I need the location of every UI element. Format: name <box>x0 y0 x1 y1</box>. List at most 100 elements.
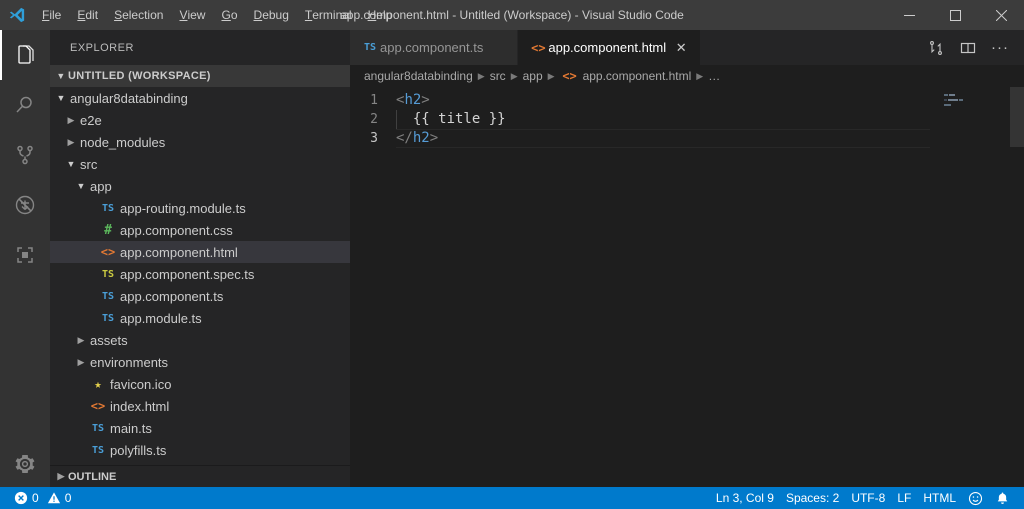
code-text[interactable]: <h2> <box>396 91 930 110</box>
activity-bar[interactable] <box>0 30 50 487</box>
split-editor-icon[interactable] <box>954 34 982 62</box>
status-cursor-position[interactable]: Ln 3, Col 9 <box>710 487 780 509</box>
outline-section-header[interactable]: ▶ OUTLINE <box>50 465 350 487</box>
breadcrumb-separator: ▶ <box>696 70 704 81</box>
tree-item-environments[interactable]: ▶ environments <box>50 351 350 373</box>
source-control-icon[interactable] <box>0 130 50 180</box>
menu-view[interactable]: View <box>171 0 213 30</box>
menu-file[interactable]: File <box>34 0 69 30</box>
tree-item-label: assets <box>90 332 128 348</box>
tree-item-node-modules[interactable]: ▶ node_modules <box>50 131 350 153</box>
tree-item-main-ts[interactable]: TS main.ts <box>50 417 350 439</box>
tree-item-app-component-html[interactable]: <> app.component.html <box>50 241 350 263</box>
breadcrumb-separator: ▶ <box>510 70 518 81</box>
settings-gear-icon[interactable] <box>0 441 50 487</box>
more-actions-icon[interactable]: ··· <box>986 34 1014 62</box>
scrollbar-thumb[interactable] <box>1010 87 1024 147</box>
breadcrumb-item[interactable]: app <box>523 69 543 83</box>
chevron-down-icon[interactable]: ▼ <box>64 159 78 169</box>
star-file-icon: ★ <box>94 377 102 391</box>
status-language-mode[interactable]: HTML <box>917 487 962 509</box>
chevron-down-icon[interactable]: ▼ <box>54 93 68 103</box>
workspace-label: UNTITLED (WORKSPACE) <box>68 70 211 82</box>
maximize-button[interactable] <box>932 0 978 30</box>
tree-item-polyfills-ts[interactable]: TS polyfills.ts <box>50 439 350 461</box>
code-token: h2 <box>412 130 430 146</box>
chevron-right-icon[interactable]: ▶ <box>74 335 88 346</box>
tree-item-app-component-spec-ts[interactable]: TS app.component.spec.ts <box>50 263 350 285</box>
split-diff-icon[interactable] <box>922 34 950 62</box>
editor-tab-app-component-ts[interactable]: TSapp.component.ts✕ <box>350 30 519 65</box>
status-bar-left: 0 0 <box>0 487 77 509</box>
html-file-icon: <> <box>90 399 106 413</box>
chevron-right-icon: ▶ <box>57 471 65 481</box>
minimap[interactable] <box>930 87 1010 487</box>
tree-item-app-module-ts[interactable]: TS app.module.ts <box>50 307 350 329</box>
file-tree[interactable]: ▼ UNTITLED (WORKSPACE) ▼ angular8databind… <box>50 65 350 465</box>
window-controls[interactable] <box>886 0 1024 30</box>
extensions-icon[interactable] <box>0 230 50 280</box>
tree-item-src[interactable]: ▼ src <box>50 153 350 175</box>
tree-item-assets[interactable]: ▶ assets <box>50 329 350 351</box>
chevron-down-icon[interactable]: ▼ <box>74 181 88 191</box>
code-line[interactable]: 1 <h2> <box>350 91 930 110</box>
breadcrumb-label: angular8databinding <box>364 69 473 83</box>
chevron-right-icon[interactable]: ▶ <box>64 137 78 148</box>
code-editor[interactable]: 1 <h2> 2 {{ title }} 3 </h2> <box>350 87 1024 487</box>
bell-icon[interactable] <box>989 487 1016 509</box>
menu-bar[interactable]: File Edit Selection View Go Debug Termin… <box>34 0 400 30</box>
tree-item-angular8databinding[interactable]: ▼ angular8databinding <box>50 87 350 109</box>
code-text[interactable]: {{ title }} <box>396 110 930 129</box>
tree-item-e2e[interactable]: ▶ e2e <box>50 109 350 131</box>
minimize-button[interactable] <box>886 0 932 30</box>
editor-tab-app-component-html[interactable]: <> app.component.html ✕ <box>518 30 702 65</box>
workspace-section-header[interactable]: ▼ UNTITLED (WORKSPACE) <box>50 65 350 87</box>
code-content[interactable]: 1 <h2> 2 {{ title }} 3 </h2> <box>350 87 930 487</box>
breadcrumb-item[interactable]: … <box>708 69 720 83</box>
ts-file-icon: TS <box>101 290 115 302</box>
feedback-smiley-icon[interactable] <box>962 487 989 509</box>
menu-terminal[interactable]: Terminal <box>297 0 360 30</box>
editor-actions[interactable]: ··· <box>922 30 1024 65</box>
code-line[interactable]: 2 {{ title }} <box>350 110 930 129</box>
tree-item-app[interactable]: ▼ app <box>50 175 350 197</box>
explorer-icon[interactable] <box>0 30 50 80</box>
menu-go[interactable]: Go <box>213 0 245 30</box>
code-token: </ <box>396 130 413 146</box>
menu-edit[interactable]: Edit <box>69 0 106 30</box>
tree-item-label: src <box>80 156 98 172</box>
error-icon <box>14 491 28 505</box>
status-eol[interactable]: LF <box>891 487 917 509</box>
menu-selection[interactable]: Selection <box>106 0 171 30</box>
editor-scrollbar[interactable] <box>1010 87 1024 487</box>
breadcrumb-item[interactable]: <> app.component.html <box>560 69 691 83</box>
code-text[interactable]: </h2> <box>396 129 930 148</box>
close-button[interactable] <box>978 0 1024 30</box>
breadcrumb-item[interactable]: angular8databinding <box>364 69 473 83</box>
code-line[interactable]: 3 </h2> <box>350 129 930 148</box>
tree-item-label: environments <box>90 354 169 370</box>
indent-guide <box>396 110 397 129</box>
breadcrumb[interactable]: angular8databinding ▶ src ▶ app ▶ <> app.compon… <box>350 65 1024 87</box>
tree-item-app-routing-module-ts[interactable]: TS app-routing.module.ts <box>50 197 350 219</box>
breadcrumb-item[interactable]: src <box>490 69 506 83</box>
status-indentation[interactable]: Spaces: 2 <box>780 487 845 509</box>
tree-item-label: e2e <box>80 112 102 128</box>
tree-item-app-component-css[interactable]: # app.component.css <box>50 219 350 241</box>
chevron-right-icon[interactable]: ▶ <box>64 115 78 126</box>
tab-close-icon[interactable]: ✕ <box>672 39 690 57</box>
menu-debug[interactable]: Debug <box>246 0 297 30</box>
status-encoding[interactable]: UTF-8 <box>845 487 891 509</box>
ts-file-icon: TS <box>363 42 377 53</box>
tree-item-index-html[interactable]: <> index.html <box>50 395 350 417</box>
status-bar: 0 0 Ln 3, Col 9 Spaces: 2 UTF-8 LF HTML <box>0 487 1024 509</box>
chevron-right-icon[interactable]: ▶ <box>74 357 88 368</box>
tree-item-favicon-ico[interactable]: ★ favicon.ico <box>50 373 350 395</box>
editor-tabs[interactable]: TSapp.component.ts✕ <>app.component.html ✕ <box>350 30 702 65</box>
menu-help[interactable]: Help <box>360 0 401 30</box>
search-icon[interactable] <box>0 80 50 130</box>
ts-file-icon: TS <box>91 422 105 434</box>
status-problems[interactable]: 0 0 <box>8 487 77 509</box>
tree-item-app-component-ts[interactable]: TS app.component.ts <box>50 285 350 307</box>
run-debug-icon[interactable] <box>0 180 50 230</box>
